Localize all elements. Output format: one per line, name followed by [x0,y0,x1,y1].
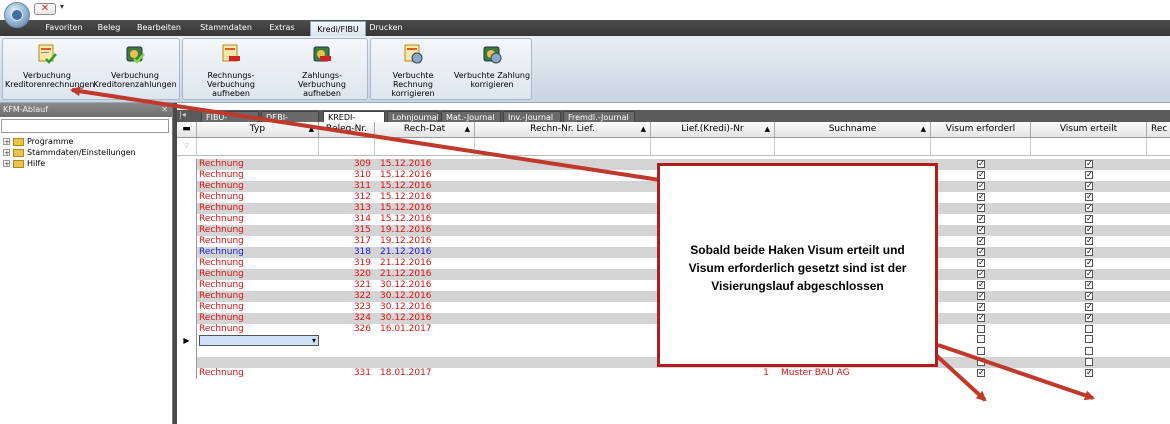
annotation-arrows [70,86,1095,402]
annotation-callout: Sobald beide Haken Visum erteilt und Vis… [657,163,938,367]
app-logo-icon [11,9,23,21]
application-menu-button[interactable] [4,2,30,28]
callout-line: Visierungslauf abgeschlossen [711,279,884,293]
callout-line: Visum erforderlich gesetzt sind ist der [688,261,907,275]
arrow-to-visum-erteilt [937,343,1095,401]
callout-line: Sobald beide Haken Visum erteilt und [690,243,905,257]
arrow-to-ribbon [70,86,661,182]
